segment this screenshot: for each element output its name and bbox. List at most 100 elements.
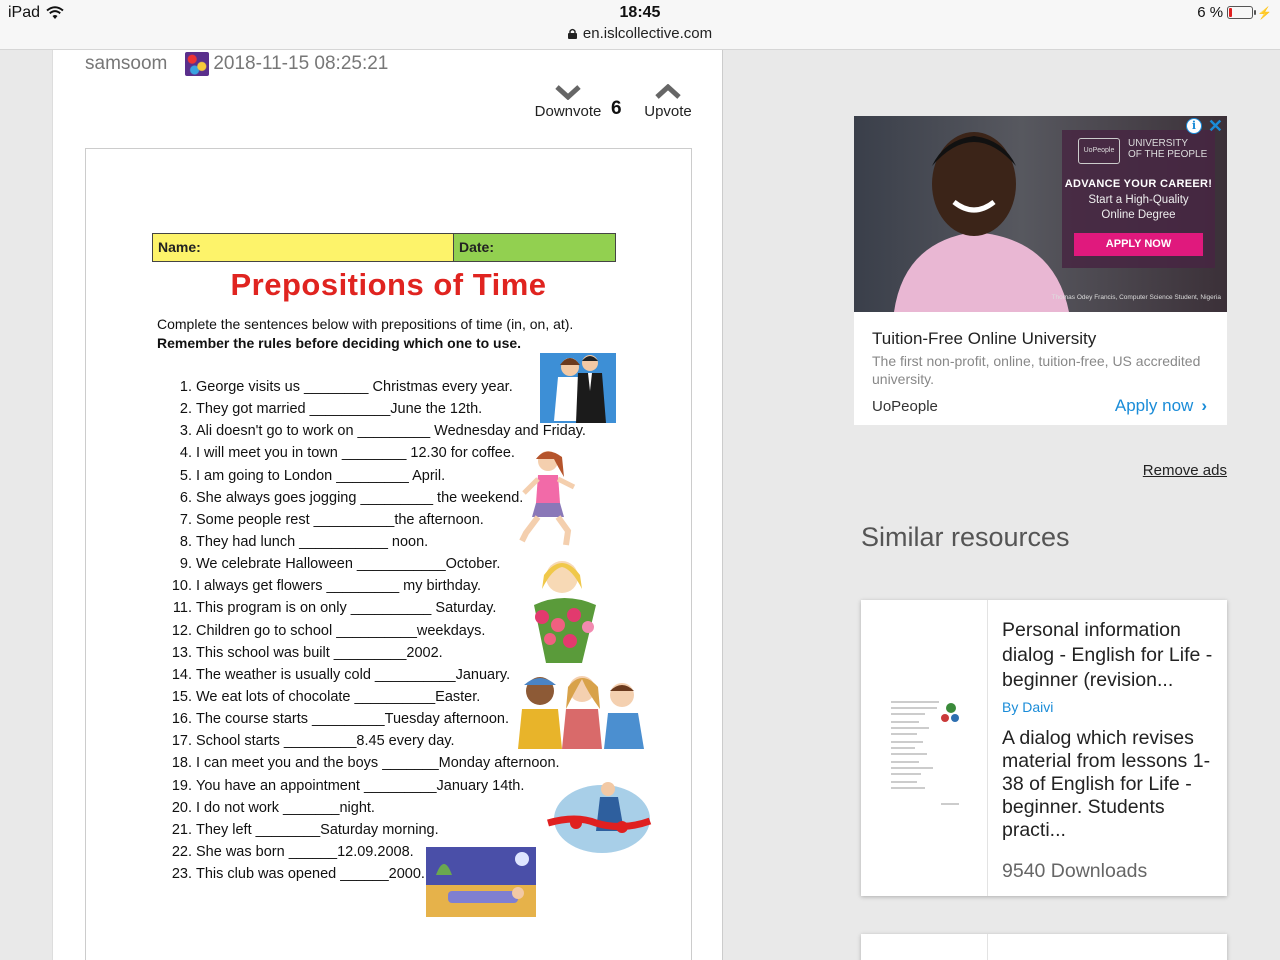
status-right: 6 % ⚡: [1197, 4, 1272, 21]
address-bar[interactable]: en.islcollective.com: [0, 25, 1280, 42]
resource-card-body: Personal information dialog - English fo…: [1002, 618, 1220, 883]
exercise-number: 19.: [171, 777, 192, 794]
ribbon-cutting-illustration: [547, 782, 652, 853]
url-text: en.islcollective.com: [582, 25, 713, 42]
ad-subline: Start a High-Quality Online Degree: [1088, 194, 1189, 221]
author-link[interactable]: samsoom: [85, 53, 167, 75]
chevron-right-icon: ›: [1201, 396, 1207, 415]
exercise-sentence: The weather is usually cold __________Ja…: [196, 666, 511, 683]
exercise-item: 18. I can meet you and the boys _______Mo…: [164, 752, 586, 774]
instruction-line-2: Remember the rules before deciding which…: [157, 335, 522, 351]
similar-resource-card[interactable]: [861, 934, 1227, 960]
worksheet-instructions: Complete the sentences below with prepos…: [157, 315, 573, 353]
name-date-bar: Name: Date:: [152, 233, 616, 262]
battery-icon: [1227, 6, 1257, 19]
exercise-sentence: Ali doesn't go to work on _________ Wedn…: [196, 423, 586, 440]
upvote-button[interactable]: Upvote: [633, 84, 703, 120]
vote-controls: Downvote 6 Upvote: [533, 84, 693, 132]
exercise-number: 18.: [171, 755, 192, 772]
worksheet-preview[interactable]: Name: Date: Prepositions of Time Complet…: [85, 148, 692, 960]
flowers-girl-illustration: [534, 561, 596, 663]
night-sleeping-illustration: [426, 847, 536, 917]
exercise-sentence: I will meet you in town ________ 12.30 f…: [196, 445, 515, 462]
exercise-sentence: They left ________Saturday morning.: [196, 821, 439, 838]
wedding-couple-illustration: [540, 353, 616, 423]
resource-description: A dialog which revises material from les…: [1002, 727, 1211, 841]
exercise-number: 15.: [171, 688, 192, 705]
battery-percent: 6 %: [1197, 4, 1224, 21]
ad-brand: UoPeople: [872, 398, 938, 415]
exercise-sentence: School starts _________8.45 every day.: [196, 733, 455, 750]
exercise-sentence: This program is on only __________ Satur…: [196, 600, 497, 617]
exercise-item: 19. You have an appointment _________Janu…: [164, 775, 586, 797]
ad-info-icon[interactable]: i: [1185, 118, 1202, 134]
exercise-number: 12.: [171, 622, 192, 639]
ad-title[interactable]: Tuition-Free Online University: [872, 329, 1096, 349]
jogging-girl-illustration: [519, 451, 576, 546]
date-label: Date:: [454, 234, 615, 261]
exercise-sentence: Some people rest __________the afternoon…: [196, 511, 484, 528]
exercise-number: 16.: [171, 711, 192, 728]
exercise-sentence: Children go to school __________weekdays…: [196, 622, 486, 639]
resource-thumbnail[interactable]: [861, 934, 988, 960]
advertisement[interactable]: UoPeople UNIVERSITY OF THE PEOPLE ADVANCE…: [854, 116, 1227, 425]
ad-photo-caption: Thomas Odey Francis, Computer Science St…: [1051, 294, 1221, 301]
exercise-number: 11.: [172, 600, 192, 617]
exercise-number: 3.: [179, 423, 192, 440]
exercise-sentence: I can meet you and the boys _______Monda…: [196, 755, 560, 772]
resource-title[interactable]: Personal information dialog - English fo…: [1002, 618, 1220, 693]
instruction-line-1: Complete the sentences below with prepos…: [157, 316, 574, 332]
exercise-sentence: We eat lots of chocolate __________Easte…: [196, 688, 481, 705]
ad-description: The first non-profit, online, tuition-fr…: [872, 353, 1201, 387]
resource-thumbnail[interactable]: [861, 600, 988, 896]
exercise-number: 7.: [179, 511, 192, 528]
exercise-number: 22.: [171, 843, 192, 860]
chevron-down-icon: [555, 85, 581, 100]
chevron-up-icon: [655, 84, 681, 99]
status-time: 18:45: [619, 4, 661, 21]
ad-apply-link[interactable]: Apply now ›: [1115, 396, 1207, 416]
exercise-number: 1.: [179, 379, 192, 395]
downvote-label: Downvote: [534, 103, 602, 120]
friends-group-illustration: [518, 676, 644, 749]
exercise-sentence: She always goes jogging _________ the we…: [196, 489, 524, 506]
exercise-item: 21. They left ________Saturday morning.: [164, 819, 586, 841]
worksheet-panel: samsoom 2018-11-15 08:25:21 Downvote 6 U…: [52, 50, 723, 960]
ad-close-icon[interactable]: ✕: [1208, 117, 1223, 135]
downvote-button[interactable]: Downvote: [533, 84, 603, 120]
exercise-number: 4.: [179, 445, 192, 462]
exercise-sentence: The course starts _________Tuesday after…: [196, 711, 510, 728]
upvote-label: Upvote: [644, 103, 692, 120]
exercise-number: 9.: [179, 556, 192, 573]
ad-image[interactable]: UoPeople UNIVERSITY OF THE PEOPLE ADVANCE…: [854, 116, 1227, 312]
exercise-number: 23.: [171, 866, 192, 883]
resource-downloads: 9540 Downloads: [1002, 860, 1148, 882]
exercise-number: 13.: [171, 644, 192, 661]
ad-apply-now-button[interactable]: APPLY NOW: [1074, 233, 1203, 256]
exercise-item: 20. I do not work _______night.: [164, 797, 586, 819]
exercise-number: 17.: [171, 733, 192, 750]
exercise-number: 10.: [171, 578, 192, 595]
student-photo: [894, 132, 1069, 312]
resource-author[interactable]: By Daivi: [1002, 699, 1220, 715]
exercise-number: 8.: [179, 533, 192, 550]
name-label: Name:: [153, 234, 454, 261]
lock-icon: [567, 28, 577, 39]
author-avatar[interactable]: [185, 52, 210, 76]
remove-ads-link[interactable]: Remove ads: [1143, 462, 1227, 479]
vote-count: 6: [611, 98, 622, 119]
ad-controls: i ✕: [1185, 117, 1223, 135]
worksheet-title: Prepositions of Time: [230, 267, 547, 302]
exercise-sentence: I am going to London _________ April.: [196, 467, 446, 484]
exercise-item: 3. Ali doesn't go to work on _________ We…: [164, 420, 586, 442]
similar-resources-heading: Similar resources: [861, 522, 1070, 552]
exercise-sentence: I do not work _______night.: [196, 799, 375, 816]
exercise-sentence: They had lunch ___________ noon.: [196, 533, 429, 550]
ad-headline: ADVANCE YOUR CAREER!: [1064, 178, 1213, 190]
exercise-sentence: We celebrate Halloween ___________Octobe…: [196, 556, 501, 573]
exercise-sentence: This school was built _________2002.: [196, 644, 443, 661]
exercise-sentence: They got married __________June the 12th…: [196, 401, 483, 418]
exercise-number: 21.: [171, 821, 192, 838]
upload-date: 2018-11-15 08:25:21: [213, 53, 389, 74]
similar-resource-card[interactable]: Personal information dialog - English fo…: [861, 600, 1227, 896]
